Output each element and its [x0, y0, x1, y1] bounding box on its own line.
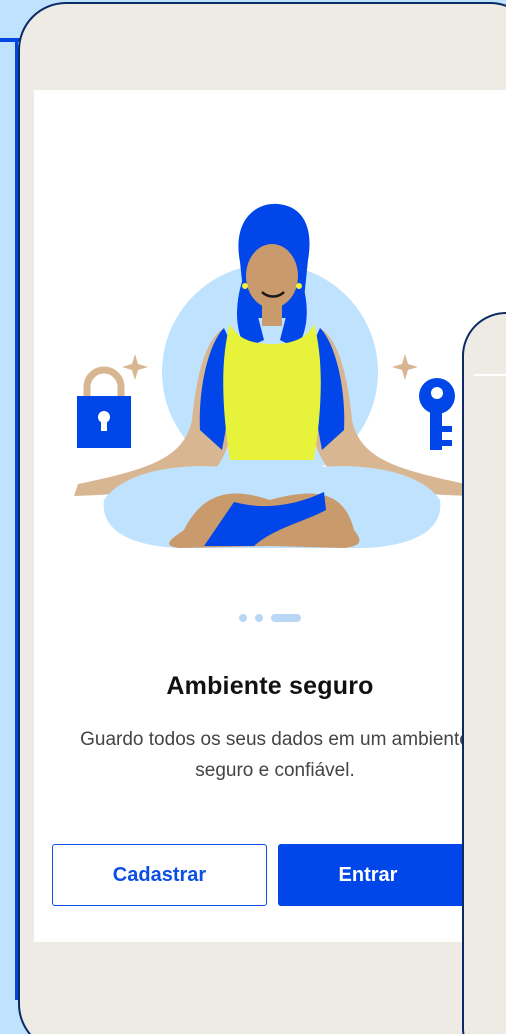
signup-button[interactable]: Cadastrar: [52, 844, 267, 906]
page-title: Ambiente seguro: [166, 672, 374, 700]
page-dot: [255, 614, 263, 622]
page-subtitle: Guardo todos os seus dados em um ambient…: [80, 729, 470, 781]
onboarding-screen: Ambiente seguro Guardo todos os seus dad…: [34, 90, 506, 942]
key-icon: [419, 378, 455, 450]
overlay-divider: [474, 374, 506, 376]
top: [223, 324, 321, 460]
overlay-phone-frame: [462, 312, 506, 1034]
meditation-illustration: [74, 203, 470, 548]
page-dot-active: [271, 614, 301, 622]
face: [246, 244, 298, 308]
app-stage: Ambiente seguro Guardo todos os seus dad…: [0, 0, 506, 1034]
padlock-icon: [77, 366, 131, 448]
page-dot: [239, 614, 247, 622]
page-indicator: [34, 614, 506, 622]
